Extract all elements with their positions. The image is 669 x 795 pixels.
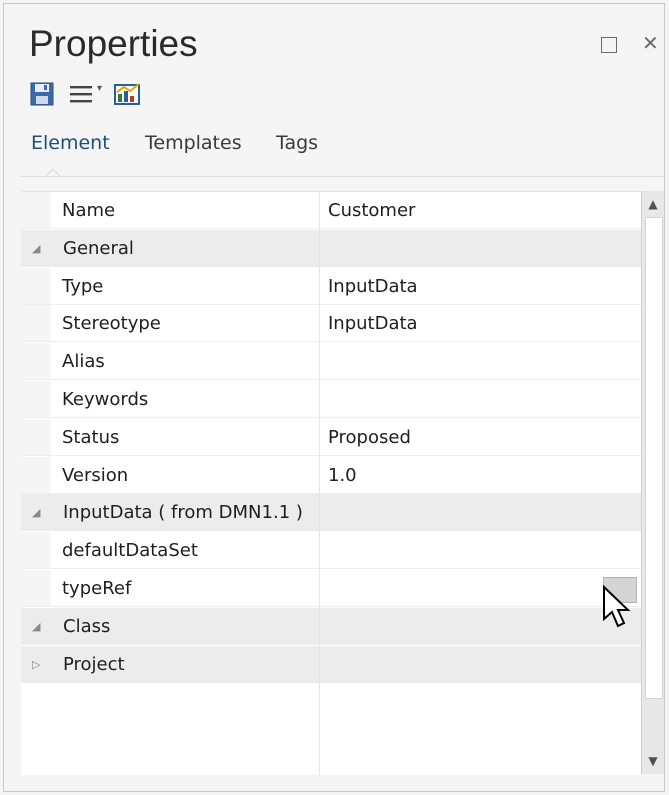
- category-row[interactable]: ◢ General: [21, 229, 641, 267]
- save-icon[interactable]: [30, 82, 54, 106]
- category-row[interactable]: ◢ Class: [21, 607, 641, 645]
- tab-divider: [20, 176, 664, 177]
- row-gutter: [21, 570, 51, 606]
- property-name: Version: [62, 464, 129, 486]
- tab-templates[interactable]: Templates: [145, 132, 242, 154]
- collapse-icon[interactable]: ◢: [32, 230, 40, 267]
- expand-icon[interactable]: ▷: [32, 646, 40, 683]
- menu-dropdown-caret-icon[interactable]: ▾: [97, 83, 102, 94]
- tab-element[interactable]: Element: [31, 132, 110, 154]
- property-row[interactable]: Stereotype InputData: [21, 305, 641, 343]
- row-gutter: [21, 456, 51, 493]
- property-name: typeRef: [62, 578, 132, 599]
- property-name: Keywords: [62, 389, 149, 410]
- vertical-scrollbar[interactable]: ▲ ▼: [641, 191, 664, 774]
- property-name: Name: [62, 200, 116, 221]
- category-label: Class: [63, 615, 111, 637]
- maximize-button[interactable]: [601, 37, 617, 53]
- property-row[interactable]: Version 1.0: [21, 456, 641, 494]
- active-tab-indicator: [46, 168, 60, 176]
- scroll-thumb[interactable]: [645, 217, 663, 699]
- property-value[interactable]: InputData: [328, 268, 418, 305]
- close-button[interactable]: ✕: [642, 32, 659, 54]
- property-name: Type: [62, 275, 104, 297]
- property-row[interactable]: Status Proposed: [21, 418, 641, 456]
- property-name: Status: [62, 426, 120, 448]
- property-row[interactable]: Name Customer: [21, 192, 641, 229]
- panel-title: Properties: [29, 23, 198, 64]
- category-label: InputData ( from DMN1.1 ): [63, 502, 303, 524]
- row-gutter: [21, 267, 51, 304]
- property-grid: ▷ Project ◢ Class typeRef defaultDataSet ◢ Inpu…: [21, 191, 641, 775]
- property-value[interactable]: InputData: [328, 305, 418, 342]
- row-gutter: [21, 381, 51, 417]
- property-name: defaultDataSet: [62, 540, 198, 562]
- property-row[interactable]: typeRef: [21, 570, 641, 607]
- property-row[interactable]: defaultDataSet: [21, 532, 641, 570]
- property-name: Alias: [62, 351, 105, 373]
- property-value[interactable]: Proposed: [328, 419, 411, 456]
- row-gutter: [21, 418, 51, 455]
- row-gutter: [21, 305, 51, 342]
- chart-icon[interactable]: [114, 82, 142, 106]
- category-row[interactable]: ◢ InputData ( from DMN1.1 ): [21, 494, 641, 532]
- collapse-icon[interactable]: ◢: [32, 494, 40, 531]
- collapse-icon[interactable]: ◢: [32, 608, 40, 645]
- category-row[interactable]: ▷ Project: [21, 645, 641, 683]
- mouse-cursor-icon: [603, 585, 631, 628]
- column-divider[interactable]: [319, 192, 320, 775]
- tab-tags[interactable]: Tags: [276, 132, 318, 154]
- property-value[interactable]: 1.0: [328, 457, 357, 494]
- row-gutter: [21, 192, 51, 228]
- category-label: Project: [63, 653, 125, 675]
- row-gutter: [21, 343, 51, 380]
- scroll-up-button[interactable]: ▲: [642, 191, 664, 217]
- property-value[interactable]: Customer: [328, 192, 415, 229]
- scroll-down-button[interactable]: ▼: [642, 748, 664, 774]
- property-name: Stereotype: [62, 313, 161, 335]
- category-label: General: [63, 237, 134, 259]
- menu-icon[interactable]: [70, 85, 92, 103]
- property-row[interactable]: Keywords: [21, 381, 641, 418]
- properties-panel: Properties ✕ ▾ Element Templates Tags ▷ …: [3, 3, 665, 792]
- row-gutter: [21, 532, 51, 569]
- property-row[interactable]: Alias: [21, 343, 641, 381]
- property-row[interactable]: Type InputData: [21, 267, 641, 305]
